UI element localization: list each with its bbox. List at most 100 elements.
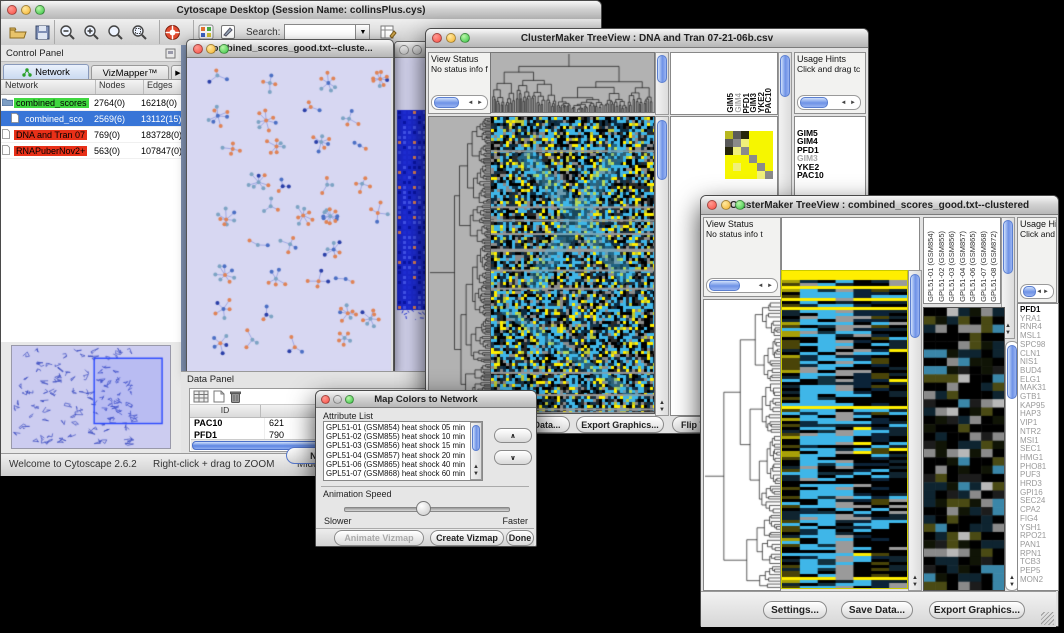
attribute-item[interactable]: GPL51-03 (GSM856) heat shock 15 min xyxy=(326,441,482,450)
treeview1-titlebar[interactable]: ClusterMaker TreeView : DNA and Tran 07-… xyxy=(426,29,868,48)
attribute-item[interactable]: GPL51-07 (GSM868) heat shock 60 min xyxy=(326,469,482,478)
dialog-titlebar[interactable]: Map Colors to Network xyxy=(316,391,536,408)
tv1-coltree-scrollbar[interactable] xyxy=(655,52,669,115)
minimize-icon[interactable] xyxy=(21,5,31,15)
matrix-cell[interactable] xyxy=(765,147,773,155)
matrix-cell[interactable] xyxy=(757,131,765,139)
tv2-export-graphics-button[interactable]: Export Graphics... xyxy=(929,601,1025,619)
matrix-cell[interactable] xyxy=(725,163,733,171)
main-titlebar[interactable]: Cytoscape Desktop (Session Name: collins… xyxy=(1,1,601,20)
matrix-cell[interactable] xyxy=(749,163,757,171)
matrix-cell[interactable] xyxy=(749,147,757,155)
matrix-cell[interactable] xyxy=(757,139,765,147)
matrix-cell[interactable] xyxy=(733,131,741,139)
tv2-col-label[interactable]: GPL51-06 (GSM865) xyxy=(968,231,979,302)
matrix-cell[interactable] xyxy=(765,171,773,179)
close-icon[interactable] xyxy=(432,33,442,43)
save-session-button[interactable] xyxy=(35,25,50,40)
attribute-list-scrollbar[interactable]: ▲▼ xyxy=(470,422,482,480)
network-table-header[interactable]: Network Nodes Edges xyxy=(1,80,181,95)
matrix-cell[interactable] xyxy=(725,155,733,163)
matrix-cell[interactable] xyxy=(733,147,741,155)
annotation-button[interactable] xyxy=(220,24,236,40)
tv1-status-scrollbar[interactable]: ◄ ► xyxy=(431,95,488,110)
matrix-cell[interactable] xyxy=(741,171,749,179)
tv1-heatmap[interactable] xyxy=(490,116,655,414)
tv2-col-label[interactable]: GPL51-01 (GSM854) xyxy=(926,231,937,302)
zoom-window-icon[interactable] xyxy=(460,33,470,43)
matrix-cell[interactable] xyxy=(725,131,733,139)
network-table-row[interactable]: combined_sco2569(6)13112(15) xyxy=(1,111,181,127)
network-table-row[interactable]: DNA and Tran 07769(0)183728(0) xyxy=(1,127,181,143)
network-table-row[interactable]: RNAPuberNov2+563(0)107847(0) xyxy=(1,143,181,159)
speed-slider-thumb[interactable] xyxy=(416,501,431,516)
matrix-cell[interactable] xyxy=(741,155,749,163)
search-input[interactable] xyxy=(284,24,356,41)
minimize-icon[interactable] xyxy=(206,44,216,54)
matrix-cell[interactable] xyxy=(749,171,757,179)
attribute-item[interactable]: GPL51-02 (GSM855) heat shock 10 min xyxy=(326,432,482,441)
network-table-row[interactable]: combined_scores2764(0)16218(0) xyxy=(1,95,181,111)
zoom-window-icon[interactable] xyxy=(35,5,45,15)
new-attribute-button[interactable] xyxy=(213,390,225,403)
tv1-column-dendrogram[interactable] xyxy=(490,52,655,113)
tv2-heatmap[interactable] xyxy=(781,270,908,589)
matrix-cell[interactable] xyxy=(757,171,765,179)
tv1-correlation-matrix[interactable] xyxy=(725,131,773,179)
tv1-export-graphics-button[interactable]: Export Graphics... xyxy=(576,416,664,433)
help-button[interactable] xyxy=(164,24,181,41)
matrix-cell[interactable] xyxy=(725,139,733,147)
matrix-cell[interactable] xyxy=(765,139,773,147)
tv1-row-dendrogram[interactable] xyxy=(428,116,491,414)
search-dropdown-button[interactable]: ▼ xyxy=(356,24,370,41)
tv1-gene-label[interactable]: PAC10 xyxy=(797,171,824,179)
tv2-col-label[interactable]: GPL51-03 (GSM856) xyxy=(947,231,958,302)
attribute-browser-button[interactable] xyxy=(380,24,397,40)
close-icon[interactable] xyxy=(707,200,717,210)
minimize-icon[interactable] xyxy=(721,200,731,210)
matrix-cell[interactable] xyxy=(749,155,757,163)
treeview2-titlebar[interactable]: ClusterMaker TreeView : combined_scores_… xyxy=(701,196,1058,215)
close-icon[interactable] xyxy=(7,5,17,15)
matrix-cell[interactable] xyxy=(757,155,765,163)
animate-vizmap-button[interactable]: Animate Vizmap xyxy=(334,530,424,546)
zoom-window-icon[interactable] xyxy=(735,200,745,210)
zoom-in-button[interactable] xyxy=(83,24,101,41)
matrix-cell[interactable] xyxy=(765,163,773,171)
network-graph-view[interactable] xyxy=(187,58,391,371)
birdseye-view[interactable] xyxy=(11,345,171,449)
done-button[interactable]: Done xyxy=(506,530,534,546)
move-up-button[interactable]: ∧ xyxy=(494,428,532,443)
float-panel-icon[interactable] xyxy=(165,48,176,59)
attribute-item[interactable]: GPL51-01 (GSM854) heat shock 05 min xyxy=(326,423,482,432)
tv2-col-label[interactable]: GPL51-02 (GSM855) xyxy=(937,231,948,302)
tv1-usage-scrollbar[interactable]: ◄ ► xyxy=(797,95,861,110)
attribute-listbox[interactable]: GPL51-01 (GSM854) heat shock 05 minGPL51… xyxy=(323,421,483,481)
window-controls[interactable] xyxy=(7,5,45,15)
matrix-cell[interactable] xyxy=(741,147,749,155)
create-vizmap-button[interactable]: Create Vizmap xyxy=(430,530,504,546)
zoom-window-icon[interactable] xyxy=(219,44,229,54)
close-icon[interactable] xyxy=(193,44,203,54)
zoom-out-button[interactable] xyxy=(59,24,77,41)
tv2-col-label[interactable]: GPL51-08 (GSM872) xyxy=(989,231,1000,302)
matrix-cell[interactable] xyxy=(741,163,749,171)
matrix-cell[interactable] xyxy=(741,139,749,147)
tv2-usage-scrollbar[interactable]: ◄► xyxy=(1020,284,1054,299)
close-icon[interactable] xyxy=(399,45,409,55)
zoom-fit-button[interactable] xyxy=(107,24,125,41)
delete-attribute-button[interactable] xyxy=(229,390,242,403)
tv2-status-scrollbar[interactable]: ◄ ► xyxy=(706,278,778,293)
open-session-button[interactable] xyxy=(9,25,27,40)
matrix-cell[interactable] xyxy=(733,155,741,163)
minimize-icon[interactable] xyxy=(333,395,342,404)
close-icon[interactable] xyxy=(321,395,330,404)
vizmapper-button[interactable] xyxy=(198,24,214,40)
matrix-cell[interactable] xyxy=(733,163,741,171)
tv2-save-data-button[interactable]: Save Data... xyxy=(841,601,913,619)
minimize-icon[interactable] xyxy=(412,45,422,55)
tv2-settings-button[interactable]: Settings... xyxy=(763,601,827,619)
resize-grip[interactable] xyxy=(1041,612,1054,625)
attribute-item[interactable]: GPL51-06 (GSM865) heat shock 40 min xyxy=(326,460,482,469)
tv1-col-label[interactable]: PAC10 xyxy=(765,88,773,113)
